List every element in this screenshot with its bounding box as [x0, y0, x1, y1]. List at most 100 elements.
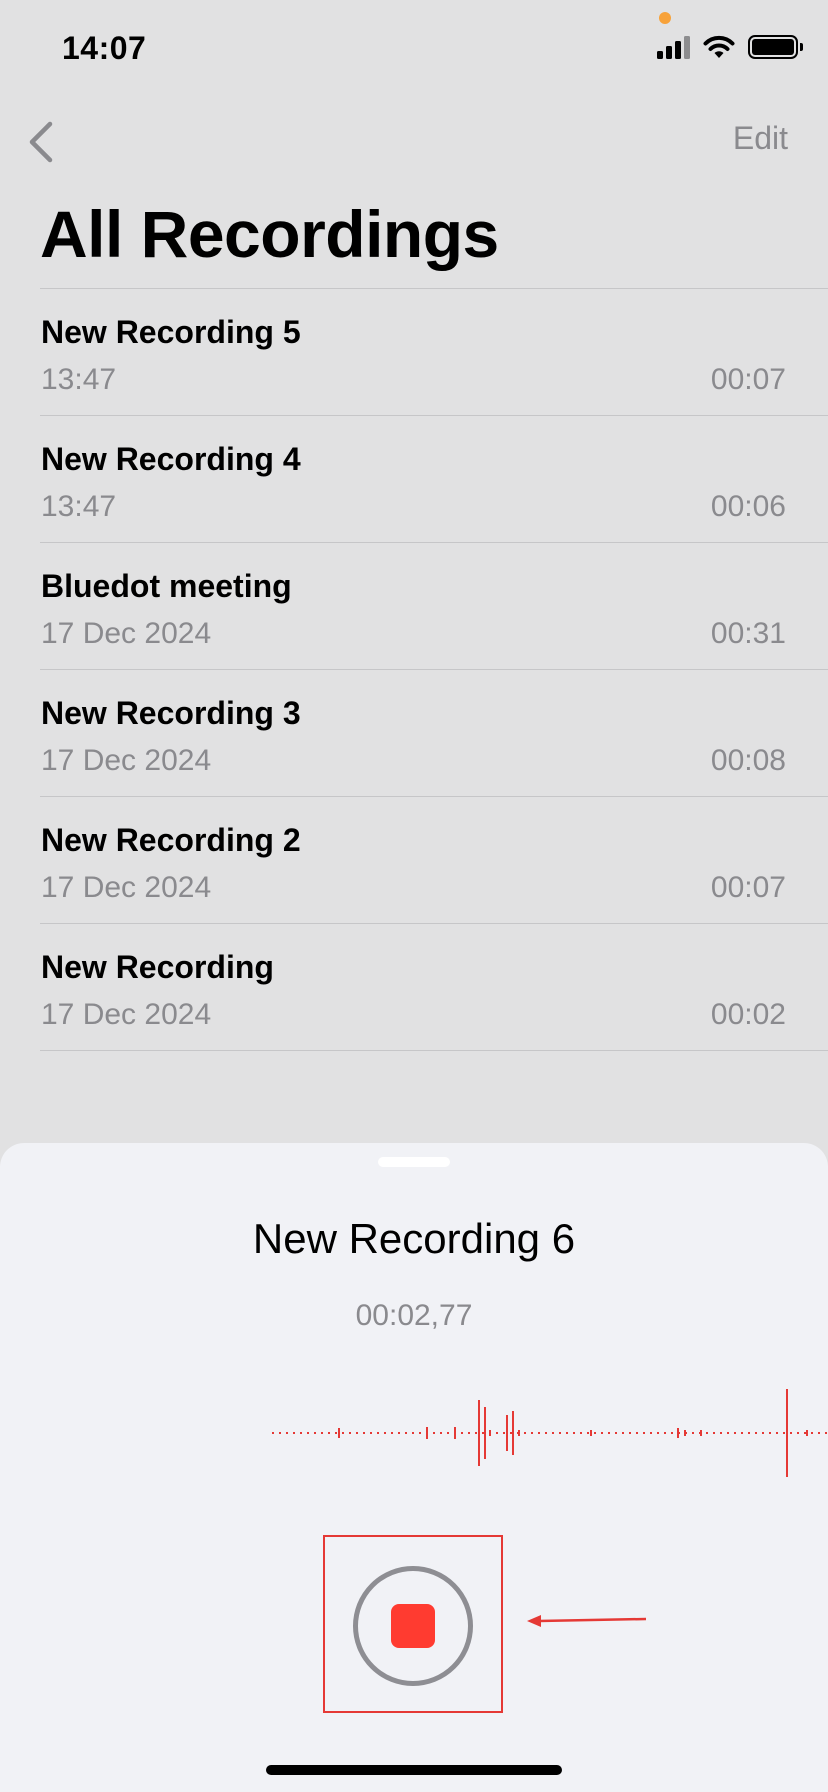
waveform-dot	[356, 1432, 358, 1434]
waveform-dot	[552, 1432, 554, 1434]
waveform-dot	[440, 1432, 442, 1434]
waveform-dot	[720, 1432, 722, 1434]
waveform-dot	[762, 1432, 764, 1434]
recording-duration: 00:07	[710, 363, 786, 396]
list-item[interactable]: New Recording 17 Dec 2024 00:02	[40, 924, 828, 1051]
waveform-dot	[496, 1432, 498, 1434]
waveform-dot	[384, 1432, 386, 1434]
waveform-dot	[559, 1432, 561, 1434]
waveform-dot	[601, 1432, 603, 1434]
recording-title: New Recording 5	[41, 314, 301, 350]
recording-duration: 00:06	[710, 490, 786, 523]
waveform-dot	[811, 1432, 813, 1434]
waveform-dot	[573, 1432, 575, 1434]
waveform-dot	[629, 1432, 631, 1434]
edit-button[interactable]: Edit	[733, 120, 788, 157]
recording-date: 13:47	[41, 363, 117, 396]
waveform-dot	[391, 1432, 393, 1434]
waveform-dot	[433, 1432, 435, 1434]
waveform-dot	[622, 1432, 624, 1434]
waveform-dot	[300, 1432, 302, 1434]
list-item[interactable]: New Recording 2 17 Dec 2024 00:07	[40, 797, 828, 924]
waveform-dot	[566, 1432, 568, 1434]
stop-icon	[391, 1604, 435, 1648]
list-item[interactable]: New Recording 5 13:47 00:07	[40, 289, 828, 416]
list-item[interactable]: New Recording 3 17 Dec 2024 00:08	[40, 670, 828, 797]
waveform-bar	[489, 1430, 491, 1436]
microphone-in-use-indicator	[659, 12, 671, 24]
waveform-dot	[580, 1432, 582, 1434]
waveform-bar	[454, 1427, 456, 1439]
waveform-bar	[426, 1427, 428, 1439]
waveform-dot	[349, 1432, 351, 1434]
waveform-dot	[370, 1432, 372, 1434]
waveform-baseline	[272, 1432, 827, 1434]
waveform-dot	[734, 1432, 736, 1434]
waveform-dot	[272, 1432, 274, 1434]
waveform-dot	[293, 1432, 295, 1434]
waveform-bar	[684, 1430, 686, 1436]
waveform-dot	[398, 1432, 400, 1434]
waveform-bar	[506, 1415, 508, 1451]
cellular-signal-icon	[657, 35, 690, 59]
waveform-dot	[664, 1432, 666, 1434]
waveform-dot	[545, 1432, 547, 1434]
waveform-dot	[608, 1432, 610, 1434]
waveform-dot	[783, 1432, 785, 1434]
waveform-dot	[755, 1432, 757, 1434]
waveform-bar	[786, 1389, 788, 1477]
list-item[interactable]: Bluedot meeting 17 Dec 2024 00:31	[40, 543, 828, 670]
waveform-bar	[700, 1430, 702, 1436]
recording-title: New Recording 2	[41, 822, 301, 858]
recording-duration: 00:07	[710, 871, 786, 904]
status-time: 14:07	[62, 30, 147, 66]
waveform-dot	[314, 1432, 316, 1434]
waveform-dot	[377, 1432, 379, 1434]
status-bar: 14:07	[0, 0, 828, 100]
waveform-dot	[510, 1432, 512, 1434]
waveform-bar	[478, 1400, 480, 1466]
waveform-dot	[279, 1432, 281, 1434]
waveform-dot	[748, 1432, 750, 1434]
sheet-grabber-handle[interactable]	[378, 1157, 450, 1167]
waveform-dot	[335, 1432, 337, 1434]
recording-date: 17 Dec 2024	[41, 871, 212, 904]
waveform-bar	[677, 1428, 679, 1438]
recordings-list: New Recording 5 13:47 00:07 New Recordin…	[40, 288, 828, 1051]
waveform-dot	[447, 1432, 449, 1434]
waveform-dot	[594, 1432, 596, 1434]
waveform-dot	[475, 1432, 477, 1434]
waveform-dot	[524, 1432, 526, 1434]
stop-recording-button[interactable]	[353, 1566, 473, 1686]
waveform-dot	[636, 1432, 638, 1434]
waveform-dot	[615, 1432, 617, 1434]
waveform-dot	[587, 1432, 589, 1434]
recording-title: Bluedot meeting	[41, 568, 292, 604]
waveform-dot	[741, 1432, 743, 1434]
waveform-dot	[804, 1432, 806, 1434]
recording-title: New Recording 3	[41, 695, 301, 731]
waveform-dot	[643, 1432, 645, 1434]
waveform-dot	[412, 1432, 414, 1434]
waveform-dot	[321, 1432, 323, 1434]
waveform-dot	[419, 1432, 421, 1434]
wifi-icon	[703, 35, 735, 58]
list-item[interactable]: New Recording 4 13:47 00:06	[40, 416, 828, 543]
waveform-bar	[518, 1430, 520, 1436]
recording-duration: 00:08	[710, 744, 786, 777]
waveform-dot	[468, 1432, 470, 1434]
waveform-bar	[484, 1407, 486, 1459]
waveform-bar	[512, 1411, 514, 1455]
home-indicator	[266, 1765, 562, 1775]
status-icons	[657, 34, 803, 60]
waveform-dot	[531, 1432, 533, 1434]
waveform-dot	[342, 1432, 344, 1434]
waveform-dot	[307, 1432, 309, 1434]
waveform-dot	[727, 1432, 729, 1434]
waveform-dot	[405, 1432, 407, 1434]
waveform	[272, 1389, 827, 1477]
waveform-dot	[797, 1432, 799, 1434]
current-recording-title: New Recording 6	[252, 1215, 576, 1262]
waveform-bar	[338, 1428, 340, 1438]
back-button[interactable]	[22, 118, 62, 168]
